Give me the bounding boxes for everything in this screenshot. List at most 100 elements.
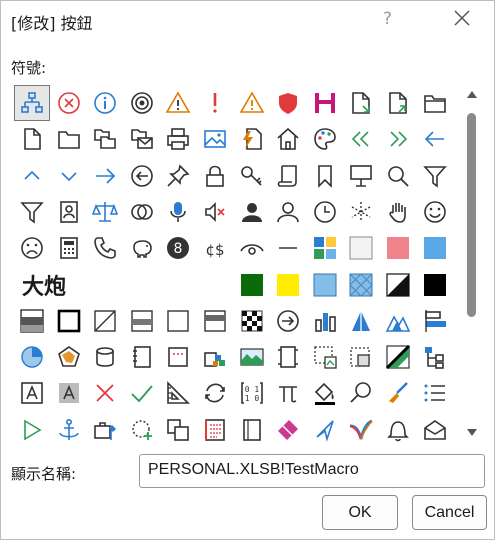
symbol-cell[interactable] xyxy=(14,121,50,157)
symbol-cell[interactable] xyxy=(197,85,233,121)
symbol-cell[interactable] xyxy=(160,303,196,339)
symbol-cell[interactable] xyxy=(270,375,306,411)
symbol-cell[interactable] xyxy=(234,412,270,448)
symbol-cell[interactable] xyxy=(270,412,306,448)
symbol-cell[interactable] xyxy=(417,158,453,194)
symbol-cell[interactable] xyxy=(417,339,453,375)
ok-button[interactable]: OK xyxy=(322,495,398,530)
symbol-cell[interactable] xyxy=(343,375,379,411)
scroll-down-icon[interactable] xyxy=(466,428,478,438)
symbol-cell[interactable] xyxy=(124,121,160,157)
symbol-cell[interactable] xyxy=(51,230,87,266)
symbol-cell[interactable] xyxy=(160,375,196,411)
scroll-up-icon[interactable] xyxy=(466,89,478,99)
symbol-cell[interactable] xyxy=(307,303,343,339)
symbol-cell[interactable] xyxy=(307,412,343,448)
symbol-cell[interactable] xyxy=(124,303,160,339)
symbol-cell[interactable] xyxy=(343,267,379,303)
symbol-cell[interactable] xyxy=(160,121,196,157)
symbol-cell[interactable] xyxy=(270,194,306,230)
symbol-cell[interactable] xyxy=(124,230,160,266)
symbol-cell[interactable] xyxy=(124,158,160,194)
cancel-button[interactable]: Cancel xyxy=(412,495,487,530)
symbol-cell[interactable] xyxy=(87,230,123,266)
symbol-cell[interactable] xyxy=(307,121,343,157)
symbol-cell[interactable]: ¢$ xyxy=(197,230,233,266)
symbol-cell[interactable] xyxy=(380,303,416,339)
symbol-cell[interactable] xyxy=(234,121,270,157)
symbol-cell[interactable] xyxy=(124,412,160,448)
symbol-cell[interactable] xyxy=(197,339,233,375)
symbol-cell[interactable] xyxy=(197,158,233,194)
symbol-cell[interactable] xyxy=(14,339,50,375)
symbol-cell[interactable] xyxy=(124,85,160,121)
symbol-cell[interactable] xyxy=(343,85,379,121)
symbol-cell[interactable] xyxy=(417,412,453,448)
symbol-cell[interactable] xyxy=(234,303,270,339)
symbol-cell[interactable] xyxy=(307,194,343,230)
symbol-cell[interactable] xyxy=(380,194,416,230)
symbol-cell[interactable] xyxy=(87,375,123,411)
symbol-cell[interactable] xyxy=(51,339,87,375)
scrollbar-thumb[interactable] xyxy=(467,113,476,317)
close-icon[interactable] xyxy=(451,7,473,29)
symbol-cell[interactable] xyxy=(51,303,87,339)
symbol-cell[interactable] xyxy=(380,230,416,266)
symbol-cell[interactable] xyxy=(343,121,379,157)
symbol-cell[interactable] xyxy=(417,230,453,266)
symbol-cell[interactable] xyxy=(270,303,306,339)
symbol-cell[interactable] xyxy=(307,339,343,375)
symbol-cell[interactable] xyxy=(380,85,416,121)
symbol-cell[interactable] xyxy=(380,158,416,194)
symbol-cell[interactable] xyxy=(380,339,416,375)
symbol-cell[interactable] xyxy=(14,194,50,230)
symbol-cell[interactable] xyxy=(51,194,87,230)
help-button[interactable]: ? xyxy=(383,9,392,29)
symbol-cell[interactable] xyxy=(234,85,270,121)
symbol-cell[interactable] xyxy=(234,339,270,375)
symbol-cell[interactable] xyxy=(160,158,196,194)
symbol-cell[interactable] xyxy=(380,375,416,411)
symbol-cell[interactable] xyxy=(307,158,343,194)
symbol-cell[interactable] xyxy=(51,375,87,411)
symbol-cell[interactable] xyxy=(270,230,306,266)
symbol-cell[interactable] xyxy=(87,412,123,448)
symbol-cell[interactable] xyxy=(307,267,343,303)
symbol-cell[interactable] xyxy=(380,121,416,157)
symbol-cell[interactable] xyxy=(307,85,343,121)
symbol-cell[interactable] xyxy=(234,267,270,303)
display-name-input[interactable]: PERSONAL.XLSB!TestMacro xyxy=(139,454,485,488)
symbol-cell[interactable] xyxy=(51,85,87,121)
symbol-cell[interactable] xyxy=(417,85,453,121)
symbol-cell[interactable] xyxy=(380,412,416,448)
symbol-cell[interactable] xyxy=(160,194,196,230)
symbol-cell[interactable] xyxy=(343,303,379,339)
symbol-cell[interactable] xyxy=(197,194,233,230)
symbol-cell[interactable] xyxy=(87,303,123,339)
symbol-cell[interactable] xyxy=(14,412,50,448)
symbol-cell[interactable] xyxy=(87,339,123,375)
symbol-cell[interactable] xyxy=(14,85,50,121)
symbol-cell[interactable] xyxy=(270,267,306,303)
symbol-cell[interactable] xyxy=(343,158,379,194)
symbol-cell[interactable] xyxy=(343,412,379,448)
symbol-cell[interactable] xyxy=(234,194,270,230)
big-text-symbol-cell[interactable]: 大炮 xyxy=(14,267,197,303)
symbol-cell[interactable] xyxy=(124,375,160,411)
symbol-cell[interactable] xyxy=(14,230,50,266)
symbol-cell[interactable] xyxy=(124,194,160,230)
symbol-cell[interactable] xyxy=(87,85,123,121)
symbol-cell[interactable] xyxy=(343,194,379,230)
symbol-cell[interactable] xyxy=(87,194,123,230)
symbol-cell[interactable] xyxy=(417,267,453,303)
symbol-cell[interactable] xyxy=(417,303,453,339)
symbol-cell[interactable] xyxy=(87,158,123,194)
symbol-cell[interactable] xyxy=(270,158,306,194)
symbol-cell[interactable] xyxy=(51,158,87,194)
symbol-cell[interactable] xyxy=(417,121,453,157)
symbol-cell[interactable] xyxy=(234,158,270,194)
symbol-cell[interactable] xyxy=(343,230,379,266)
symbol-cell[interactable] xyxy=(343,339,379,375)
symbol-cell[interactable]: 0 11 0 xyxy=(234,375,270,411)
symbol-cell[interactable] xyxy=(51,412,87,448)
